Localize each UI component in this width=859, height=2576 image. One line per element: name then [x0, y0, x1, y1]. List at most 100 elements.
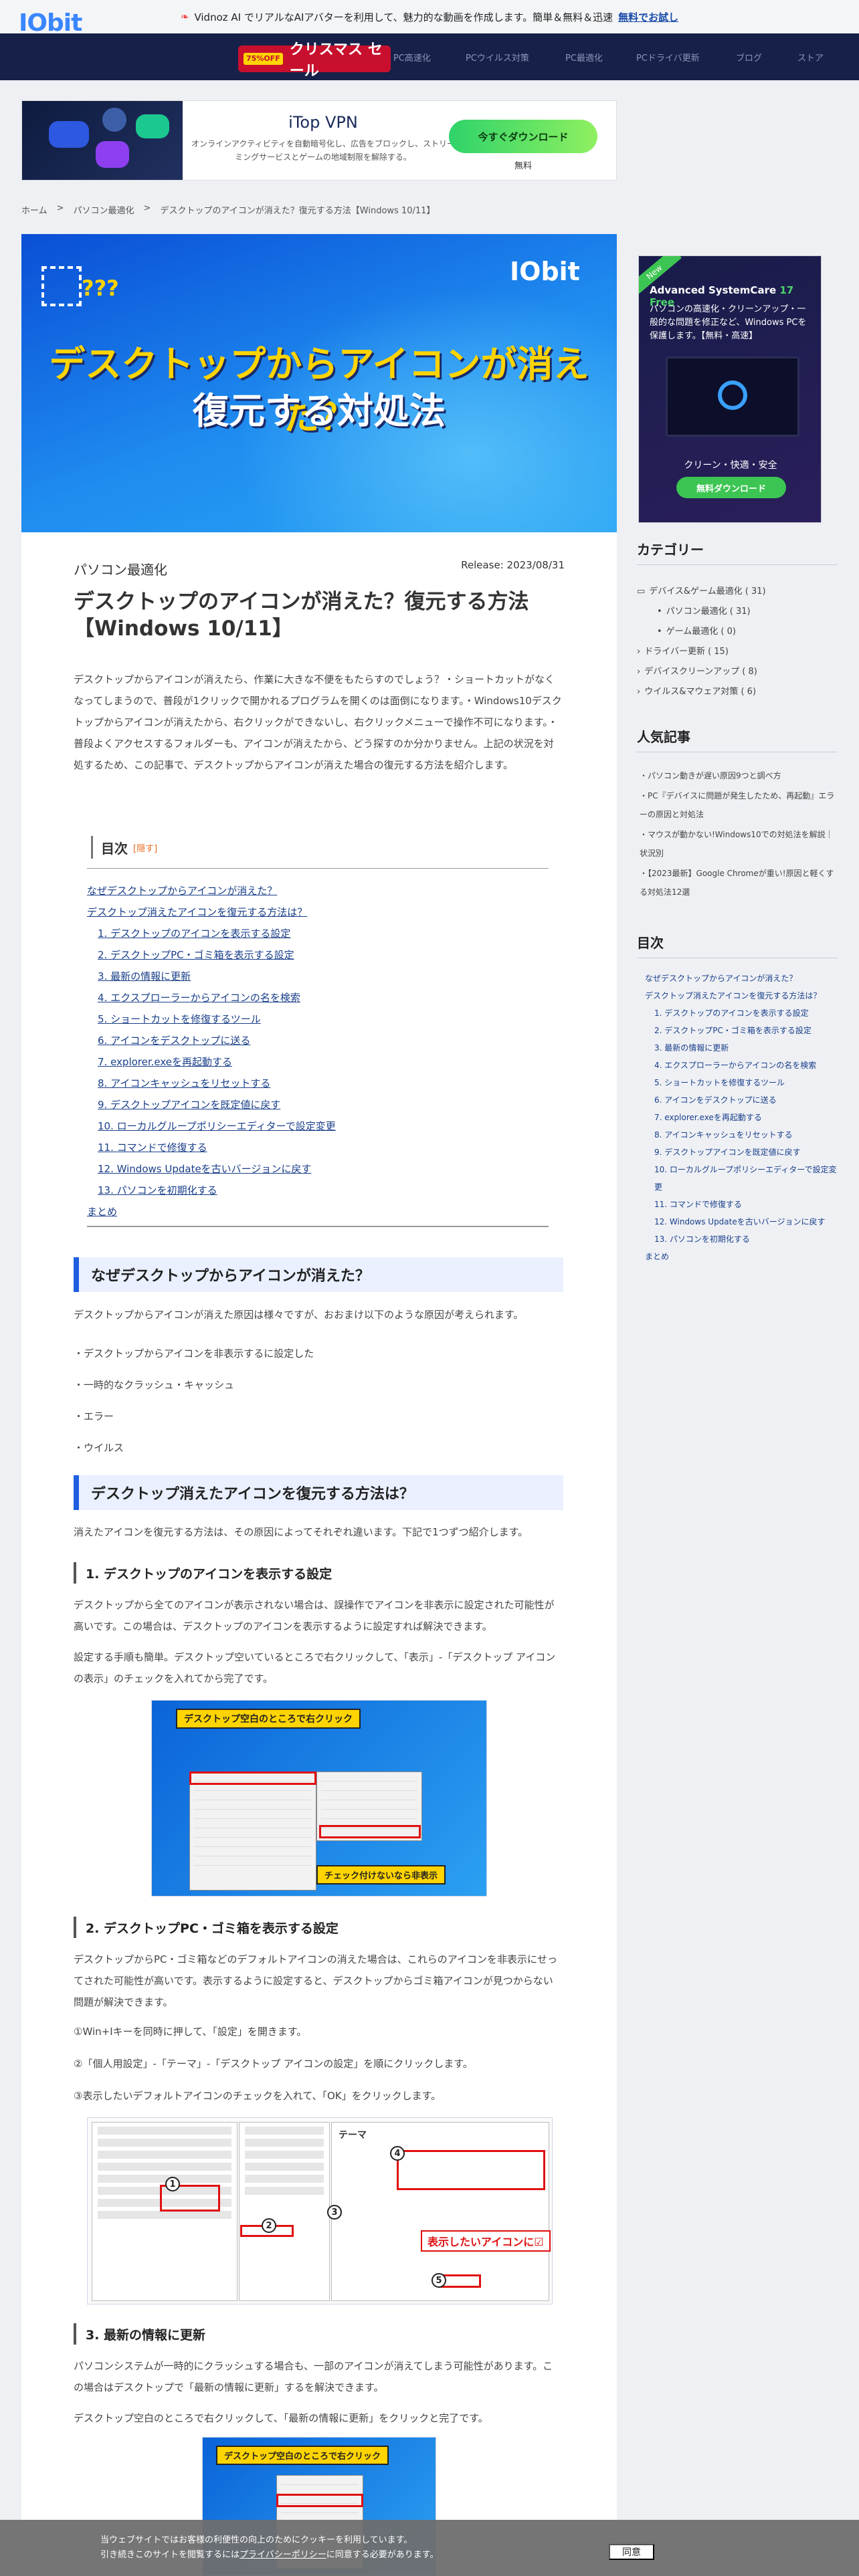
bullet-icon: •	[657, 607, 662, 617]
vpn-download-button[interactable]: 今すぐダウンロード	[449, 120, 597, 153]
breadcrumb-category[interactable]: パソコン最適化	[74, 203, 134, 216]
toc-item[interactable]: まとめ	[87, 1201, 549, 1222]
category-item[interactable]: › デバイスクリーンアップ ( 8)	[637, 662, 838, 682]
toc-hide-toggle[interactable]: [隠す]	[133, 841, 157, 854]
paragraph: デスクトップからPC・ゴミ箱などのデフォルトアイコンの消えた場合は、これらのアイ…	[74, 1953, 558, 2008]
category-item[interactable]: ▭ デバイス&ゲーム最適化 ( 31)	[637, 582, 838, 602]
divider	[637, 564, 838, 565]
promo-bar: ❧ Vidnoz AI でリアルなAIアバターを利用して、魅力的な動画を作成しま…	[0, 0, 859, 33]
article-category[interactable]: パソコン最適化	[74, 559, 167, 578]
sidebar-toc-item[interactable]: 10. ローカルグループポリシーエディターで設定変更	[645, 1161, 838, 1196]
breadcrumb-home[interactable]: ホーム	[21, 203, 47, 216]
toc-item[interactable]: なぜデスクトップからアイコンが消えた？	[87, 880, 549, 901]
popular-item[interactable]: ・マウスが動かない!Windows10での対処法を解説｜状況別	[637, 825, 838, 863]
toc-item[interactable]: 5. ショートカットを修復するツール	[87, 1008, 549, 1030]
vpn-ad-text: オンラインアクティビティを自動暗号化し、広告をブロックし、ストリーミングサービス…	[191, 139, 455, 162]
asc-download-button[interactable]: 無料ダウンロード	[676, 477, 786, 498]
personalize-panel-illustration	[239, 2122, 330, 2301]
progress-ring-icon	[718, 381, 747, 410]
toc-item[interactable]: 8. アイコンキャッシュをリセットする	[87, 1073, 549, 1094]
toc-item[interactable]: 2. デスクトップPC・ゴミ箱を表示する設定	[87, 944, 549, 966]
hero-image: ??? IObit デスクトップからアイコンが消えた？ 復元する対処法	[21, 234, 617, 532]
breadcrumb-current: デスクトップのアイコンが消えた？復元する方法【Windows 10/11】	[160, 206, 436, 216]
bullet-icon: •	[657, 627, 662, 637]
hero-brand: IObit	[510, 257, 580, 286]
sidebar-toc-item[interactable]: 6. アイコンをデスクトップに送る	[645, 1091, 838, 1109]
category-item[interactable]: › ドライバー更新 ( 15)	[637, 642, 838, 662]
toc-item[interactable]: 10. ローカルグループポリシーエディターで設定変更	[87, 1115, 549, 1137]
sidebar-toc-item[interactable]: 8. アイコンキャッシュをリセットする	[645, 1126, 838, 1144]
sidebar-toc-item[interactable]: 5. ショートカットを修復するツール	[645, 1074, 838, 1091]
toc-item[interactable]: 1. デスクトップのアイコンを表示する設定	[87, 923, 549, 944]
toc-item[interactable]: デスクトップ消えたアイコンを復元する方法は？	[87, 901, 549, 923]
page-title: デスクトップのアイコンが消えた？復元する方法【Windows 10/11】	[74, 590, 529, 641]
cookie-line-2: 引き続きこのサイトを閲覧するにはプライバシーポリシーに同意する必要があります。	[100, 2550, 439, 2560]
sidebar-toc-item[interactable]: 11. コマンドで修復する	[645, 1196, 838, 1213]
asc-ad-banner[interactable]: New Advanced SystemCare 17 Free パソコンの高速化…	[638, 255, 822, 523]
context-menu-illustration	[189, 1772, 316, 1891]
hero-question-marks: ???	[82, 276, 119, 301]
christmas-sale-banner[interactable]: 75%OFF クリスマス セール	[238, 41, 391, 80]
sidebar-toc-item[interactable]: デスクトップ消えたアイコンを復元する方法は？	[645, 987, 838, 1004]
section-text: デスクトップからアイコンが消えた原因は様々ですが、おおまけ以下のような原因が考え…	[74, 1309, 524, 1321]
vpn-ad-banner[interactable]: iTop VPN オンラインアクティビティを自動暗号化し、広告をブロックし、スト…	[21, 100, 617, 181]
paragraph: デスクトップから全てのアイコンが表示されない場合は、誤操作でアイコンを非表示に設…	[74, 1599, 555, 1632]
table-of-contents: 目次 [隠す] なぜデスクトップからアイコンが消えた？ デスクトップ消えたアイコ…	[87, 836, 549, 1228]
toc-list: なぜデスクトップからアイコンが消えた？ デスクトップ消えたアイコンを復元する方法…	[87, 880, 549, 1222]
reason-item: ・一時的なクラッシュ・キャッシュ	[74, 1379, 235, 1391]
toc-item[interactable]: 3. 最新の情報に更新	[87, 966, 549, 987]
sidebar-toc-item[interactable]: 13. パソコンを初期化する	[645, 1230, 838, 1248]
section-text: 消えたアイコンを復元する方法は、その原因によってそれぞれ違います。下記で1つずつ…	[74, 1526, 529, 1538]
nav-item-store[interactable]: ストア	[797, 51, 824, 64]
iobit-logo[interactable]: IObit	[19, 9, 82, 37]
subheading-show-pc-recyclebin: 2. デスクトップPC・ゴミ箱を表示する設定	[74, 1917, 339, 1938]
nav-item-blog[interactable]: ブログ	[736, 51, 762, 64]
toc-item[interactable]: 12. Windows Updateを古いバージョンに戻す	[87, 1158, 549, 1180]
toc-item[interactable]: 4. エクスプローラーからアイコンの名を検索	[87, 987, 549, 1008]
sidebar-toc-item[interactable]: なぜデスクトップからアイコンが消えた？	[645, 970, 838, 987]
popular-item[interactable]: ・パソコン動きが遅い原因9つと調べ方	[637, 766, 838, 785]
toc-item[interactable]: 7. explorer.exeを再起動する	[87, 1051, 549, 1073]
step-number: 1	[165, 2177, 180, 2191]
sidebar-toc-list: なぜデスクトップからアイコンが消えた？ デスクトップ消えたアイコンを復元する方法…	[637, 970, 838, 1265]
privacy-policy-link[interactable]: プライバシーポリシー	[240, 2550, 326, 2560]
sidebar-toc-item[interactable]: 3. 最新の情報に更新	[645, 1039, 838, 1057]
chevron-right-icon: ›	[637, 647, 641, 657]
sidebar-toc-item[interactable]: 1. デスクトップのアイコンを表示する設定	[645, 1004, 838, 1022]
category-item[interactable]: • ゲーム最適化 ( 0)	[637, 622, 838, 642]
category-item[interactable]: › ウイルス&マウェア対策 ( 6)	[637, 682, 838, 702]
sidebar-popular-title: 人気記事	[637, 729, 690, 745]
sidebar-toc-item[interactable]: 2. デスクトップPC・ゴミ箱を表示する設定	[645, 1022, 838, 1039]
promo-link[interactable]: 無料でお試し	[618, 10, 678, 24]
nav-item-pc-speedup[interactable]: PC高速化	[393, 51, 431, 64]
sidebar-toc-item[interactable]: まとめ	[645, 1248, 838, 1265]
cookie-accept-button[interactable]: 同意	[609, 2544, 654, 2560]
toc-item[interactable]: 6. アイコンをデスクトップに送る	[87, 1030, 549, 1051]
step-number: 4	[390, 2146, 405, 2161]
paragraph: デスクトップ空白のところで右クリックして、「最新の情報に更新」をクリックと完了で…	[74, 2412, 488, 2424]
sidebar-toc-item[interactable]: 7. explorer.exeを再起動する	[645, 1109, 838, 1126]
cookie-line-1: 当ウェブサイトではお客様の利便性の向上のためにクッキーを利用しています。	[100, 2535, 413, 2545]
popular-item[interactable]: ・PC『デバイスに問題が発生したため、再起動』エラーの原因と対処法	[637, 786, 838, 824]
sidebar-toc-item[interactable]: 12. Windows Updateを古いバージョンに戻す	[645, 1213, 838, 1230]
sidebar-toc-item[interactable]: 9. デスクトップアイコンを既定値に戻す	[645, 1144, 838, 1161]
settings-panel-illustration	[92, 2122, 237, 2301]
sale-label: クリスマス セール	[289, 41, 383, 80]
nav-item-antivirus[interactable]: PCウイルス対策	[466, 51, 529, 64]
nav-item-driver-update[interactable]: PCドライバ更新	[636, 51, 700, 64]
toc-item[interactable]: 9. デスクトップアイコンを既定値に戻す	[87, 1094, 549, 1115]
screenshot-context-menu: デスクトップ空白のところで右クリック チェック付けないなら非表示	[151, 1700, 487, 1897]
figure-label: デスクトップ空白のところで右クリック	[176, 1709, 361, 1729]
sidebar-toc-item[interactable]: 4. エクスプローラーからアイコンの名を検索	[645, 1057, 838, 1074]
popular-item[interactable]: ・【2023最新】Google Chromeが重い!原因と軽くする対処法12選	[637, 864, 838, 901]
category-item[interactable]: • パソコン最適化 ( 31)	[637, 602, 838, 622]
screenshot-settings-steps: テーマ 1 2 3 4 5 表示したいアイコンに☑	[87, 2117, 553, 2304]
toc-item[interactable]: 11. コマンドで修復する	[87, 1137, 549, 1158]
hero-subheadline: 復元する対処法	[193, 390, 446, 432]
asc-ad-title-name: Advanced SystemCare	[650, 284, 780, 296]
reason-item: ・デスクトップからアイコンを非表示するに設定した	[74, 1348, 314, 1360]
paragraph: 設定する手順も簡単。デスクトップ空いているところで右クリックして、「表示」-「デ…	[74, 1651, 556, 1685]
reason-item: ・ウイルス	[74, 1442, 124, 1454]
nav-item-pc-optimize[interactable]: PC最適化	[565, 51, 603, 64]
toc-item[interactable]: 13. パソコンを初期化する	[87, 1180, 549, 1201]
